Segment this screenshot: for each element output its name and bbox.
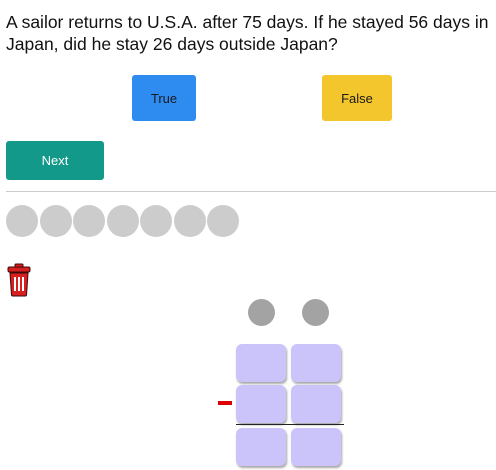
progress-dot [6, 205, 38, 237]
digit-cell[interactable] [236, 385, 286, 423]
digit-cell[interactable] [291, 385, 341, 423]
result-cell[interactable] [291, 428, 341, 466]
progress-dot [40, 205, 72, 237]
carry-circle[interactable] [302, 299, 329, 326]
true-button[interactable]: True [132, 75, 196, 121]
progress-dot [207, 205, 239, 237]
false-button[interactable]: False [322, 75, 392, 121]
progress-dot [140, 205, 172, 237]
progress-dot [107, 205, 139, 237]
digit-cell[interactable] [291, 344, 341, 382]
page: A sailor returns to U.S.A. after 75 days… [0, 0, 496, 470]
result-line [236, 424, 344, 425]
progress-dot [73, 205, 105, 237]
divider [6, 191, 496, 192]
digit-cell[interactable] [236, 344, 286, 382]
next-button[interactable]: Next [6, 141, 104, 180]
result-cell[interactable] [236, 428, 286, 466]
progress-dot [174, 205, 206, 237]
trash-icon[interactable] [7, 263, 31, 297]
minus-sign [218, 401, 232, 405]
carry-circle[interactable] [248, 299, 275, 326]
question-text: A sailor returns to U.S.A. after 75 days… [6, 12, 489, 54]
